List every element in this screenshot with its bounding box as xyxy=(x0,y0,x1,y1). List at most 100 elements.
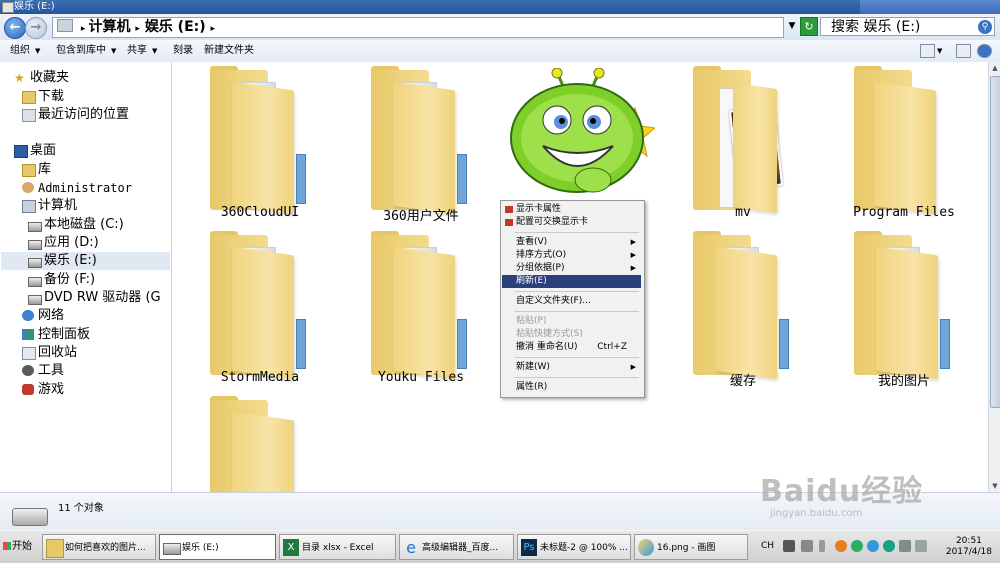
nav-drive-e[interactable]: 娱乐 (E:) xyxy=(1,252,170,270)
nav-computer[interactable]: 计算机 xyxy=(22,197,162,215)
nav-drive-c[interactable]: 本地磁盘 (C:) xyxy=(28,216,168,234)
nav-games[interactable]: 游戏 xyxy=(22,381,162,399)
folder-item[interactable]: 缓存 xyxy=(663,227,823,389)
search-icon[interactable]: ⚲ xyxy=(978,20,992,34)
window-title: 娱乐 (E:) xyxy=(14,1,55,12)
computer-icon xyxy=(22,200,36,213)
windows-logo-icon xyxy=(3,542,11,550)
task-label: 娱乐 (E:) xyxy=(182,543,219,553)
address-input[interactable]: ▸ 计算机 ▸ 娱乐 (E:) ▸ xyxy=(52,17,784,38)
watermark-url: jingyan.baidu.com xyxy=(770,508,863,519)
tray-app-icon[interactable] xyxy=(883,540,895,552)
menu-item-new[interactable]: 新建(W) ▶ xyxy=(502,361,641,374)
taskbar-item[interactable]: 16.png - 画图 xyxy=(634,534,748,560)
photoshop-icon: Ps xyxy=(521,539,537,556)
nav-user-label: Administrator xyxy=(38,181,132,195)
breadcrumb-drive[interactable]: 娱乐 (E:) xyxy=(145,19,206,35)
scroll-up-icon[interactable]: ▲ xyxy=(989,62,1000,74)
menu-item-view[interactable]: 查看(V) ▶ xyxy=(502,236,641,249)
burn-button[interactable]: 刻录 xyxy=(173,44,193,58)
input-method-icon[interactable] xyxy=(801,540,813,552)
view-dropdown-icon[interactable]: ▼ xyxy=(937,44,942,58)
network-icon[interactable] xyxy=(899,540,911,552)
volume-icon[interactable] xyxy=(915,540,927,552)
menu-item-switchable-graphics[interactable]: 配置可交换显示卡 xyxy=(502,216,641,229)
nav-drive-f[interactable]: 备份 (F:) xyxy=(28,271,168,289)
menu-item-group-by[interactable]: 分组依据(P) ▶ xyxy=(502,262,641,275)
keyboard-icon[interactable] xyxy=(783,540,795,552)
nav-tools[interactable]: 工具 xyxy=(22,362,162,380)
taskbar-item[interactable]: X 目录 xlsx - Excel xyxy=(279,534,396,560)
nav-libraries-label: 库 xyxy=(38,162,52,177)
tools-icon xyxy=(22,365,34,376)
language-indicator[interactable]: CH xyxy=(761,541,774,551)
nav-desktop[interactable]: 桌面 xyxy=(14,142,164,160)
preview-pane-icon[interactable] xyxy=(956,44,971,58)
nav-downloads[interactable]: 下载 xyxy=(22,88,162,106)
folder-item[interactable]: Youku Files xyxy=(341,227,501,387)
tray-app-icon[interactable] xyxy=(835,540,847,552)
downloads-icon xyxy=(22,91,36,104)
submenu-arrow-icon: ▶ xyxy=(630,251,636,259)
nav-libraries[interactable]: 库 xyxy=(22,161,162,179)
taskbar-item[interactable]: 如何把喜欢的图片... xyxy=(42,534,156,560)
taskbar-item[interactable]: Ps 未标题-2 @ 100% ... xyxy=(517,534,631,560)
nav-network[interactable]: 网络 xyxy=(22,307,162,325)
vertical-scrollbar[interactable]: ▲ ▼ xyxy=(988,62,1000,492)
scroll-thumb[interactable] xyxy=(990,76,1000,408)
nav-favorites[interactable]: ★ 收藏夹 xyxy=(14,69,164,87)
help-icon[interactable] xyxy=(977,44,992,58)
nav-drive-d-label: 应用 (D:) xyxy=(44,235,99,250)
taskbar-item[interactable]: e 高级编辑器_百度... xyxy=(399,534,514,560)
watermark: Baidu经验 jingyan.baidu.com xyxy=(760,452,960,522)
refresh-button[interactable]: ↻ xyxy=(800,17,818,36)
menu-item-undo-rename[interactable]: 撤消 重命名(U) Ctrl+Z xyxy=(502,341,641,354)
menu-item-customize-folder[interactable]: 自定义文件夹(F)... xyxy=(502,295,641,308)
folder-item[interactable]: StormMedia xyxy=(180,227,340,387)
tray-app-icon[interactable] xyxy=(867,540,879,552)
clock[interactable]: 20:51 2017/4/18 xyxy=(946,536,992,558)
nav-favorites-label: 收藏夹 xyxy=(30,70,70,85)
folder-item[interactable]: Program Files xyxy=(824,62,984,222)
include-in-library-button[interactable]: 包含到库中 ▼ xyxy=(56,44,116,58)
breadcrumb-computer[interactable]: 计算机 xyxy=(89,19,131,35)
taskbar-item[interactable]: 娱乐 (E:) xyxy=(159,534,276,560)
menu-item-properties[interactable]: 属性(R) xyxy=(502,381,641,394)
menu-item-sort-by[interactable]: 排序方式(O) ▶ xyxy=(502,249,641,262)
control-panel-icon xyxy=(22,329,34,340)
folder-item[interactable]: mv xyxy=(663,62,823,222)
nav-drive-g[interactable]: DVD RW 驱动器 (G xyxy=(28,289,170,307)
folder-item[interactable] xyxy=(180,392,340,492)
games-icon xyxy=(22,384,34,395)
search-input[interactable]: 搜索 娱乐 (E:) ⚲ xyxy=(820,17,995,36)
organize-button[interactable]: 组织 ▼ xyxy=(10,44,40,58)
folder-item[interactable]: 我的图片 xyxy=(824,227,984,389)
task-label: 目录 xlsx - Excel xyxy=(302,543,374,553)
folder-item[interactable]: 360用户文件 xyxy=(341,62,501,224)
nav-recycle-bin[interactable]: 回收站 xyxy=(22,344,162,362)
start-label: 开始 xyxy=(12,541,32,552)
forward-button[interactable]: → xyxy=(25,17,47,39)
share-button[interactable]: 共享 ▼ xyxy=(127,44,157,58)
recent-places-icon xyxy=(22,109,36,122)
nav-control-panel[interactable]: 控制面板 xyxy=(22,326,162,344)
tray-expand-icon[interactable] xyxy=(819,540,825,552)
system-tray: CH 20:51 2017/4/18 xyxy=(757,534,1000,560)
scroll-down-icon[interactable]: ▼ xyxy=(989,480,1000,492)
back-button[interactable]: ← xyxy=(4,17,26,39)
nav-games-label: 游戏 xyxy=(38,382,65,397)
folder-item[interactable]: 360CloudUI xyxy=(180,62,340,222)
tray-app-icon[interactable] xyxy=(851,540,863,552)
menu-item-display-properties[interactable]: 显示卡属性 xyxy=(502,203,641,216)
new-folder-button[interactable]: 新建文件夹 xyxy=(204,44,254,58)
window-controls[interactable] xyxy=(860,0,1000,14)
address-dropdown-button[interactable]: ▼ xyxy=(784,17,800,36)
menu-item-refresh[interactable]: 刷新(E) xyxy=(502,275,641,288)
folder-label: StormMedia xyxy=(220,370,300,385)
nav-user[interactable]: Administrator xyxy=(22,179,170,197)
view-options-icon[interactable] xyxy=(920,44,935,58)
nav-recent[interactable]: 最近访问的位置 xyxy=(22,106,162,124)
breadcrumb-sep: ▸ xyxy=(80,24,89,34)
start-button[interactable]: 开始 xyxy=(0,534,38,560)
nav-drive-d[interactable]: 应用 (D:) xyxy=(28,234,168,252)
